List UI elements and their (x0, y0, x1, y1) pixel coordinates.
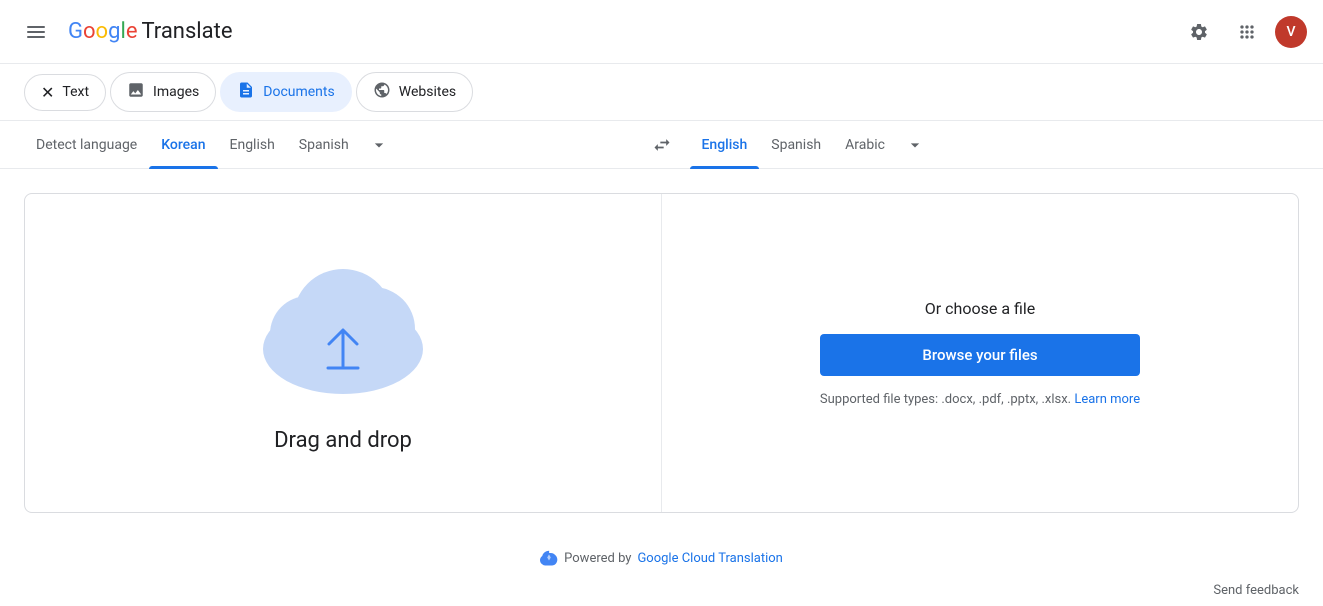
swap-languages-button[interactable] (642, 125, 682, 165)
header-left: Google Translate (16, 12, 232, 52)
choose-file-label: Or choose a file (925, 299, 1035, 318)
tab-bar: ✕ Text Images Documents Websites (0, 64, 1323, 121)
target-lang-english[interactable]: English (690, 121, 760, 169)
tab-websites-label: Websites (399, 84, 456, 100)
header: Google Translate V (0, 0, 1323, 64)
tab-text-label: Text (62, 84, 89, 100)
google-wordmark: Google (68, 19, 137, 44)
tab-documents-label: Documents (263, 84, 334, 100)
documents-tab-icon (237, 81, 255, 103)
tab-documents[interactable]: Documents (220, 72, 351, 112)
browse-panel: Or choose a file Browse your files Suppo… (662, 194, 1298, 512)
text-tab-icon: ✕ (41, 83, 54, 102)
upload-panel: Drag and drop (25, 194, 662, 512)
google-cloud-translation-link[interactable]: Google Cloud Translation (637, 551, 782, 566)
target-lang-arabic[interactable]: Arabic (833, 121, 897, 169)
settings-button[interactable] (1179, 12, 1219, 52)
main-panel: Drag and drop Or choose a file Browse yo… (0, 169, 1323, 537)
cloud-upload-icon (243, 254, 443, 404)
supported-types-text: Supported file types: .docx, .pdf, .pptx… (820, 392, 1140, 407)
source-lang-detect[interactable]: Detect language (24, 121, 149, 169)
tab-websites[interactable]: Websites (356, 72, 473, 112)
send-feedback-link[interactable]: Send feedback (1213, 583, 1299, 598)
drag-drop-area[interactable]: Drag and drop (243, 254, 443, 453)
footer: Send feedback (0, 579, 1323, 606)
tab-text[interactable]: ✕ Text (24, 74, 106, 111)
tab-images[interactable]: Images (110, 72, 216, 112)
menu-button[interactable] (16, 12, 56, 52)
target-lang-group: English Spanish Arabic (690, 121, 1300, 169)
app-logo: Google Translate (68, 19, 232, 44)
target-lang-more[interactable] (897, 127, 933, 163)
learn-more-link[interactable]: Learn more (1074, 392, 1140, 407)
translate-box: Drag and drop Or choose a file Browse yo… (24, 193, 1299, 513)
target-lang-spanish[interactable]: Spanish (759, 121, 833, 169)
source-lang-english[interactable]: English (218, 121, 287, 169)
tab-images-label: Images (153, 84, 199, 100)
language-bar: Detect language Korean English Spanish E… (0, 121, 1323, 169)
powered-by-text: Powered by (564, 551, 631, 566)
gcp-icon (540, 549, 558, 567)
source-lang-spanish[interactable]: Spanish (287, 121, 361, 169)
source-lang-korean[interactable]: Korean (149, 121, 217, 169)
drag-drop-label: Drag and drop (274, 428, 412, 453)
source-lang-group: Detect language Korean English Spanish (24, 121, 634, 169)
browse-files-button[interactable]: Browse your files (820, 334, 1140, 376)
translate-wordmark: Translate (141, 19, 232, 44)
websites-tab-icon (373, 81, 391, 103)
powered-by-bar: Powered by Google Cloud Translation (0, 537, 1323, 579)
avatar[interactable]: V (1275, 16, 1307, 48)
images-tab-icon (127, 81, 145, 103)
apps-button[interactable] (1227, 12, 1267, 52)
header-right: V (1179, 12, 1307, 52)
source-lang-more[interactable] (361, 127, 397, 163)
